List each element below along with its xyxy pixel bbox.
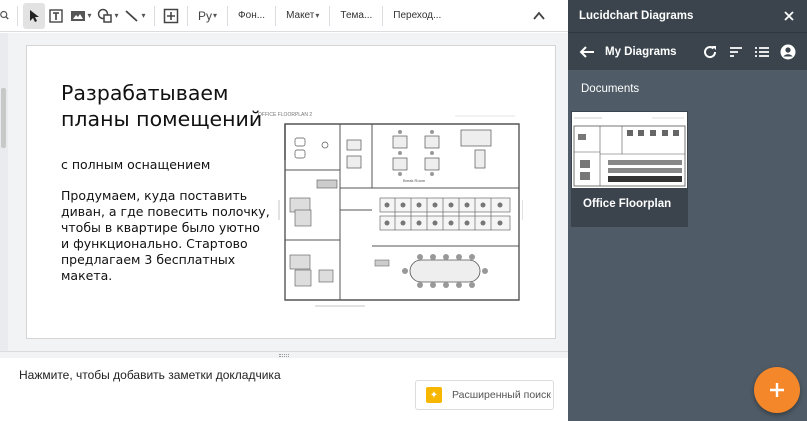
notes-resize-handle[interactable] (0, 351, 568, 358)
explore-button[interactable]: ✦ Расширенный поиск (415, 380, 554, 410)
slide-title[interactable]: Разрабатываем планы помещений (61, 80, 276, 132)
image-icon[interactable]: ▾ (67, 3, 95, 29)
sidebar-nav: My Diagrams (568, 32, 807, 70)
chevron-down-icon: ▾ (315, 11, 320, 20)
back-arrow-icon[interactable] (578, 43, 596, 61)
lucidchart-sidebar: Lucidchart Diagrams My Diagrams Document… (568, 0, 807, 421)
add-comment-icon[interactable] (160, 3, 182, 29)
collapse-toolbar-icon[interactable] (528, 3, 550, 29)
slide-canvas: Разрабатываем планы помещений с полным о… (8, 33, 568, 351)
close-icon[interactable] (782, 9, 796, 23)
cursor-icon[interactable] (23, 2, 45, 29)
zoom-icon[interactable] (0, 3, 12, 29)
chevron-down-icon: ▾ (141, 11, 146, 20)
nav-title: My Diagrams (605, 45, 677, 58)
layout-button[interactable]: Макет ▾ (281, 3, 324, 29)
speaker-notes[interactable]: Нажмите, чтобы добавить заметки докладчи… (8, 358, 568, 421)
chevron-down-icon: ▾ (87, 11, 92, 20)
documents-heading: Documents (581, 83, 640, 95)
refresh-icon[interactable] (701, 43, 719, 61)
theme-button[interactable]: Тема... (335, 3, 377, 29)
toolbar: ▾ ▾ ▾ Ру ▾ Фон... Макет ▾ Тема... Переход.… (0, 0, 568, 32)
background-button[interactable]: Фон... (233, 3, 270, 29)
sidebar-header: Lucidchart Diagrams (568, 0, 807, 32)
line-icon[interactable]: ▾ (121, 3, 149, 29)
shape-icon[interactable]: ▾ (95, 3, 121, 29)
input-tools-button[interactable]: Ру ▾ (193, 3, 222, 29)
chevron-down-icon: ▾ (213, 11, 218, 20)
sidebar-title: Lucidchart Diagrams (579, 10, 694, 22)
explore-label: Расширенный поиск (452, 389, 551, 401)
slide[interactable]: Разрабатываем планы помещений с полным о… (26, 45, 556, 339)
room-label: Break Room (403, 178, 426, 183)
chevron-down-icon: ▾ (114, 11, 119, 20)
account-icon[interactable] (779, 43, 797, 61)
scrollbar-thumb[interactable] (1, 88, 6, 148)
speaker-notes-placeholder[interactable]: Нажмите, чтобы добавить заметки докладчи… (19, 368, 281, 382)
slide-body[interactable]: Продумаем, куда поставить диван, а где п… (61, 188, 271, 284)
filmstrip-edge (0, 33, 8, 353)
add-icon[interactable] (754, 367, 800, 413)
slide-subtitle[interactable]: с полным оснащением (61, 157, 210, 172)
floorplan-diagram[interactable]: OFFICE FLOORPLAN 2 Break Room (255, 110, 523, 310)
list-view-icon[interactable] (753, 43, 771, 61)
document-thumbnail (572, 112, 687, 188)
sort-icon[interactable] (727, 43, 745, 61)
transition-button[interactable]: Переход... (388, 3, 446, 29)
floorplan-label: OFFICE FLOORPLAN 2 (258, 112, 312, 118)
textbox-icon[interactable] (45, 3, 67, 29)
document-name: Office Floorplan (583, 198, 672, 210)
explore-icon: ✦ (426, 387, 442, 403)
document-card[interactable]: Office Floorplan (571, 111, 688, 227)
app: ▾ ▾ ▾ Ру ▾ Фон... Макет ▾ Тема... Переход.… (0, 0, 807, 421)
